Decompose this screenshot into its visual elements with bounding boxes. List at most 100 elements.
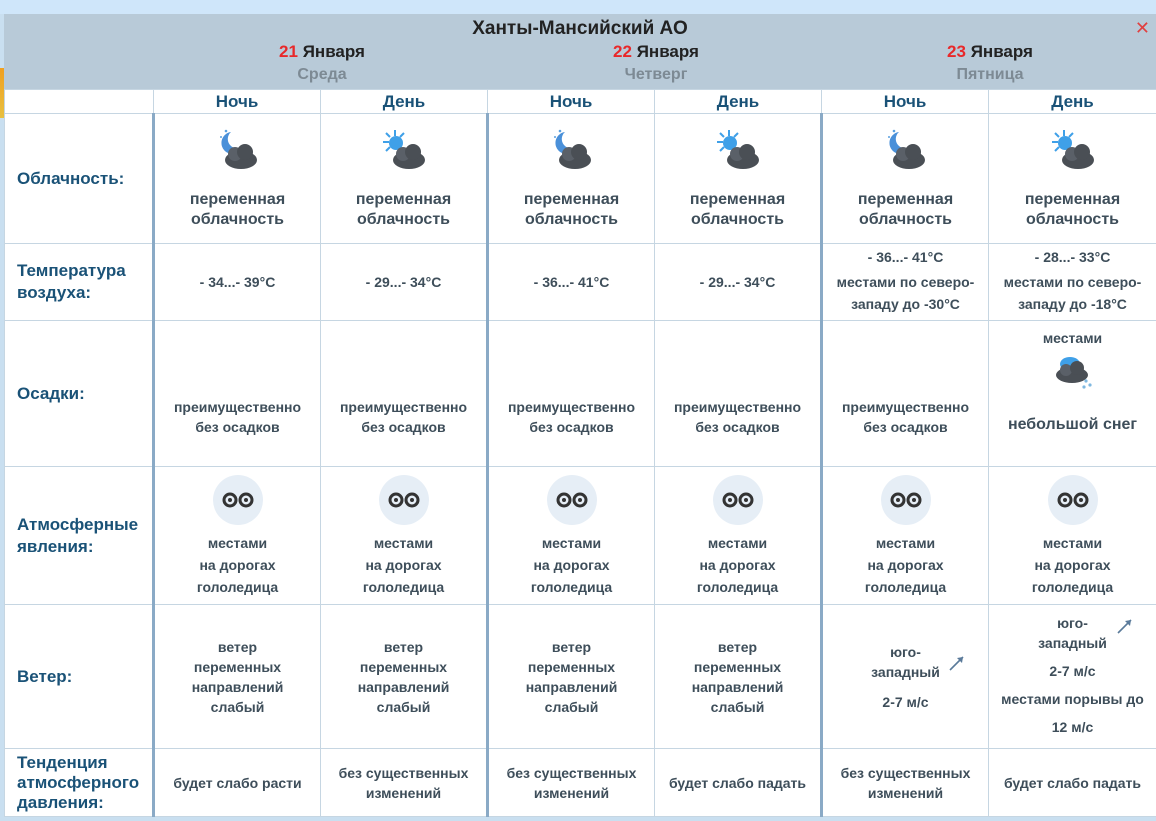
day-month: Января: [302, 42, 365, 61]
wind-direction: юго-западный: [1038, 614, 1107, 651]
temp-value: - 28...- 33°C: [1034, 249, 1111, 265]
day-number: 21: [279, 42, 298, 61]
forecast-table: Ночь День Ночь День Ночь День Облачность…: [4, 89, 1156, 817]
cloud-text: переменная облачность: [857, 190, 954, 228]
ice-icon: [1047, 474, 1098, 525]
day-weekday: Пятница: [956, 66, 1024, 83]
precip-row: Осадки: преимущественно без осадков преим…: [4, 320, 1156, 467]
pressure-label: Тенденция атмосферного давления:: [4, 748, 155, 817]
ice-icon: [378, 474, 429, 525]
wind-speed: 2-7 м/с: [882, 693, 929, 710]
cloud-cell: переменная облачность: [654, 113, 823, 244]
atm-cell: местами на дорогах гололедица: [821, 466, 989, 605]
region-title: Ханты-Мансийский АО: [472, 18, 688, 39]
pressure-cell: без существенных изменений: [320, 748, 489, 817]
period-corner: [4, 89, 154, 114]
precip-top-note: местами: [1042, 330, 1103, 346]
cloud-cell: переменная облачность: [320, 113, 489, 244]
pressure-cell: без существенных изменений: [821, 748, 989, 817]
precip-cell: преимущественно без осадков: [320, 320, 489, 467]
temp-value: - 36...- 41°C: [867, 249, 944, 265]
temp-label: Температура воздуха:: [4, 243, 155, 321]
pressure-row: Тенденция атмосферного давления: будет сла…: [4, 748, 1156, 817]
day-number: 23: [947, 42, 966, 61]
atm-cell: местами на дорогах гололедица: [487, 466, 655, 605]
close-icon[interactable]: ✕: [1135, 18, 1150, 39]
wind-cell: ветер переменных направлений слабый: [320, 604, 489, 749]
wind-cell: ветер переменных направлений слабый: [654, 604, 823, 749]
browser-top-strip: [0, 0, 1156, 14]
wind-cell: ветер переменных направлений слабый: [487, 604, 655, 749]
precip-cell: преимущественно без осадков: [153, 320, 321, 467]
pressure-cell: будет слабо падать: [988, 748, 1156, 817]
period-day: День: [320, 89, 488, 114]
temp-cell: - 36...- 41°C: [487, 243, 655, 321]
period-day: День: [988, 89, 1156, 114]
wind-gusts: местами порывы до 12 м/с: [1001, 690, 1144, 735]
day-header-3: 23 Января Пятница: [823, 42, 1156, 84]
cloud-text: переменная облачность: [355, 190, 452, 228]
period-day: День: [654, 89, 822, 114]
precip-cell: преимущественно без осадков: [654, 320, 823, 467]
cloud-text: переменная облачность: [689, 190, 786, 228]
temp-cell: - 29...- 34°C: [654, 243, 823, 321]
atm-text: местами на дорогах гололедица: [696, 534, 779, 595]
moon-cloud-icon: [553, 129, 591, 169]
temp-cell: - 34...- 39°C: [153, 243, 321, 321]
ice-icon: [880, 474, 931, 525]
atm-row: Атмосферные явления: местами на дорогах гол…: [4, 466, 1156, 605]
sun-cloud-icon: [716, 129, 759, 169]
moon-cloud-icon: [219, 129, 257, 169]
cloud-text: переменная облачность: [1024, 190, 1121, 228]
moon-cloud-icon: [887, 129, 925, 169]
atm-cell: местами на дорогах гололедица: [654, 466, 823, 605]
cloud-text: переменная облачность: [189, 190, 286, 228]
day-month: Января: [636, 42, 699, 61]
wind-label: Ветер:: [4, 604, 155, 749]
wind-cell: юго-западный 2-7 м/с: [821, 604, 989, 749]
atm-cell: местами на дорогах гололедица: [988, 466, 1156, 605]
ice-icon: [546, 474, 597, 525]
wind-arrow-icon: [949, 655, 964, 671]
precip-label: Осадки:: [4, 320, 155, 467]
temp-cell: - 36...- 41°C местами по северо-западу д…: [821, 243, 989, 321]
wind-cell: юго-западный 2-7 м/с местами порывы до 12…: [988, 604, 1156, 749]
period-night: Ночь: [153, 89, 321, 114]
precip-cell: преимущественно без осадков: [821, 320, 989, 467]
cloud-text: переменная облачность: [523, 190, 620, 228]
atm-text: местами на дорогах гололедица: [362, 534, 445, 595]
wind-cell: ветер переменных направлений слабый: [153, 604, 321, 749]
wind-direction: юго-западный: [871, 643, 940, 680]
temp-cell: - 29...- 34°C: [320, 243, 489, 321]
precip-cell: преимущественно без осадков: [487, 320, 655, 467]
period-night: Ночь: [821, 89, 989, 114]
cloud-row: Облачность: переменная облачность перемен…: [4, 113, 1156, 244]
temp-cell: - 28...- 33°C местами по северо-западу д…: [988, 243, 1156, 321]
cloud-cell: переменная облачность: [988, 113, 1156, 244]
atm-text: местами на дорогах гололедица: [864, 534, 947, 595]
pressure-cell: будет слабо падать: [654, 748, 823, 817]
day-month: Января: [970, 42, 1033, 61]
sun-cloud-icon: [382, 129, 425, 169]
atm-text: местами на дорогах гололедица: [1031, 534, 1114, 595]
temp-note: местами по северо-западу до -30°C: [836, 274, 975, 312]
atm-cell: местами на дорогах гололедица: [153, 466, 321, 605]
cloud-cell: переменная облачность: [821, 113, 989, 244]
pressure-cell: без существенных изменений: [487, 748, 655, 817]
cloud-cell: переменная облачность: [487, 113, 655, 244]
wind-arrow-icon: [1117, 618, 1132, 634]
wind-row: Ветер: ветер переменных направлений слабый …: [4, 604, 1156, 749]
day-number: 22: [613, 42, 632, 61]
period-night: Ночь: [487, 89, 655, 114]
wind-speed: 2-7 м/с: [1049, 662, 1096, 679]
snow-cloud-icon: [1055, 357, 1092, 389]
cloud-label: Облачность:: [4, 113, 155, 244]
cloud-cell: переменная облачность: [153, 113, 321, 244]
ice-icon: [212, 474, 263, 525]
period-row: Ночь День Ночь День Ночь День: [4, 89, 1156, 114]
precip-text: небольшой снег: [1007, 416, 1138, 433]
day-weekday: Среда: [297, 66, 347, 83]
day-weekday: Четверг: [624, 66, 688, 83]
pressure-cell: будет слабо расти: [153, 748, 321, 817]
day-header-1: 21 Января Среда: [155, 42, 489, 84]
